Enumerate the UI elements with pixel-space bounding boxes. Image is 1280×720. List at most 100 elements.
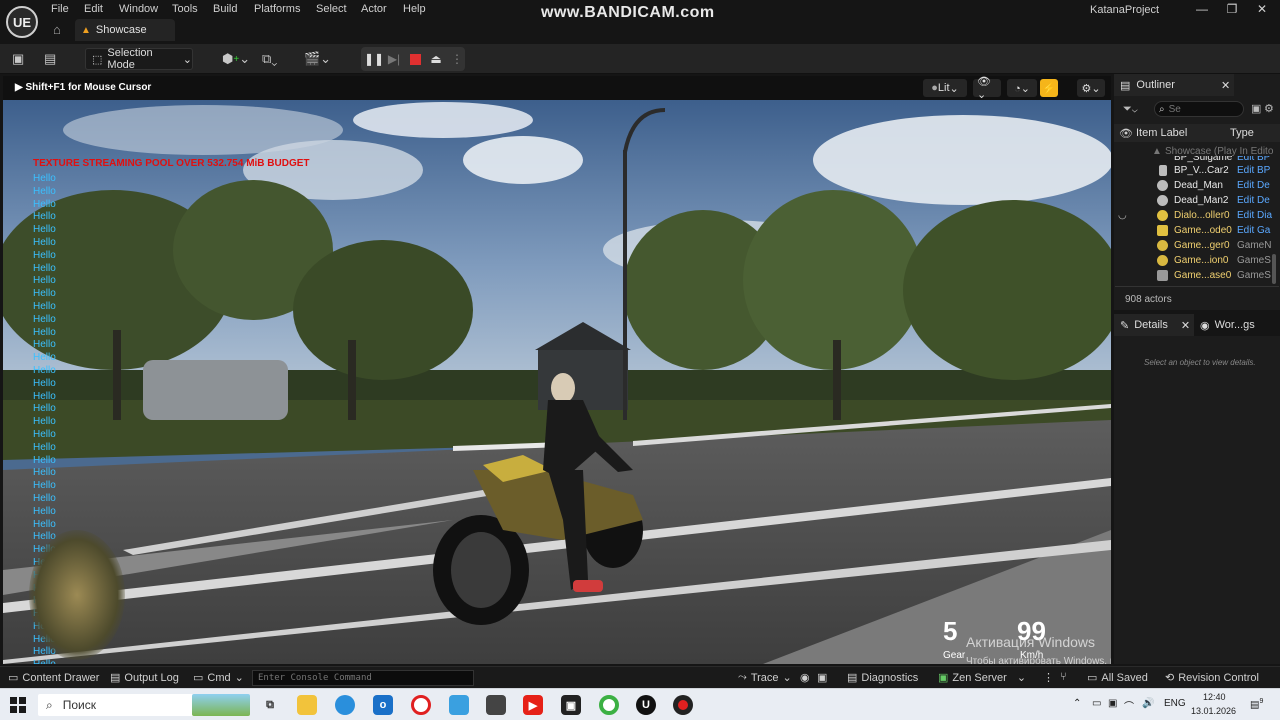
game-scene[interactable]: TEXTURE STREAMING POOL OVER 532.754 MiB … <box>3 100 1111 664</box>
taskbar-search[interactable]: ⌕ Поиск <box>38 694 250 716</box>
menu-select[interactable]: Select <box>312 3 351 15</box>
clock-time[interactable]: 12:40 <box>1203 692 1226 702</box>
more-options-icon[interactable]: ⋮ <box>1043 671 1054 684</box>
table-row[interactable]: Dead_Man2 Edit De <box>1114 193 1280 208</box>
debug-print-line: Hello <box>33 364 56 376</box>
blueprint-icon[interactable]: ⧉⌄ <box>262 50 277 68</box>
close-tab-icon[interactable]: ✕ <box>1221 79 1230 92</box>
show-flags-button[interactable]: 👁⌄ <box>973 76 1001 101</box>
chrome-icon[interactable] <box>599 695 619 715</box>
cmd-dropdown[interactable]: ▭ Cmd ⌄ <box>193 671 244 685</box>
add-folder-icon[interactable]: ▣ <box>1251 102 1261 115</box>
source-control-icon[interactable]: ⑂ <box>1060 671 1067 683</box>
edge-icon[interactable] <box>335 695 355 715</box>
notifications-icon[interactable]: ▤9 <box>1250 698 1263 710</box>
zen-server-dropdown[interactable]: ▣ Zen Server ⌄ <box>938 671 1026 685</box>
column-type[interactable]: Type <box>1230 127 1254 139</box>
app-icon[interactable] <box>449 695 469 715</box>
outliner-scrollbar[interactable] <box>1272 254 1276 284</box>
table-row[interactable]: Game...ger0 GameN <box>1114 238 1280 253</box>
visibility-icon[interactable]: ◡ <box>1118 208 1127 223</box>
main-toolbar: ▣ ▤ ⬚ Selection Mode ⌄ ⬢ + ⌄ ⧉⌄ 🎬⌄ ❚❚ ▶| ⏏… <box>0 44 1280 74</box>
outlook-icon[interactable]: o <box>373 695 393 715</box>
bandicam-icon[interactable] <box>673 695 693 715</box>
cinematics-icon[interactable]: 🎬⌄ <box>304 50 331 68</box>
menu-platforms[interactable]: Platforms <box>250 3 304 15</box>
performance-button[interactable]: ◔⌄ <box>1007 79 1037 97</box>
clock-date[interactable]: 13.01.2026 <box>1191 706 1236 716</box>
minimize-icon[interactable]: — <box>1192 2 1212 16</box>
view-mode-lit-button[interactable]: ● Lit ⌄ <box>923 79 967 97</box>
visibility-icon[interactable]: 👁 <box>1119 127 1133 140</box>
language-indicator[interactable]: ENG <box>1164 698 1186 709</box>
actor-icon <box>1159 165 1167 176</box>
menu-help[interactable]: Help <box>399 3 430 15</box>
chevron-up-icon[interactable]: ⌃ <box>1073 698 1081 709</box>
project-name: KatanaProject <box>1090 4 1160 16</box>
more-options-icon[interactable]: ⋮ <box>449 51 465 67</box>
table-row[interactable]: Game...ion0 GameS <box>1114 253 1280 268</box>
output-log-button[interactable]: ▤ Output Log <box>110 671 179 685</box>
app-icon[interactable]: ▣ <box>561 695 581 715</box>
add-actor-icon[interactable]: ⬢ + ⌄ <box>222 50 250 68</box>
restore-icon[interactable]: ❐ <box>1222 2 1242 16</box>
youtube-icon[interactable]: ▶ <box>523 695 543 715</box>
level-viewport[interactable]: TEXTURE STREAMING POOL OVER 532.754 MiB … <box>3 76 1111 664</box>
close-icon[interactable]: ✕ <box>1252 2 1272 16</box>
tab-outliner[interactable]: ▤ Outliner ✕ <box>1114 74 1234 96</box>
menu-file[interactable]: File <box>47 3 73 15</box>
table-row[interactable]: Game...ode0 Edit Ga <box>1114 223 1280 238</box>
debug-print-line: Hello <box>33 428 56 440</box>
close-tab-icon[interactable]: ✕ <box>1181 319 1190 332</box>
clapper-icon[interactable] <box>486 695 506 715</box>
home-icon[interactable]: ⌂ <box>53 22 69 38</box>
actor-type: Edit Dia <box>1237 210 1273 221</box>
menu-build[interactable]: Build <box>209 3 241 15</box>
record-icon[interactable]: ◉ <box>800 671 810 684</box>
settings-icon[interactable]: ⚙ <box>1264 102 1274 115</box>
tab-details[interactable]: ✎ Details ✕ <box>1114 314 1194 336</box>
outliner-search-input[interactable]: ⌕ Se <box>1154 101 1244 117</box>
eject-icon[interactable]: ⏏ <box>428 51 444 67</box>
search-placeholder: Se <box>1168 103 1181 115</box>
windows-start-icon[interactable] <box>10 697 26 713</box>
opera-icon[interactable] <box>411 695 431 715</box>
stop-button[interactable] <box>407 51 423 67</box>
table-row[interactable]: ◡ Dialo...oller0 Edit Dia <box>1114 208 1280 223</box>
all-saved-button[interactable]: ▭ All Saved <box>1087 671 1148 685</box>
table-row[interactable]: Dead_Man Edit De <box>1114 178 1280 193</box>
realtime-toggle[interactable]: ⚡ <box>1040 79 1058 97</box>
status-bar: ▭Content Drawer ▤Output Log ▭Cmd⌄ ⤳Trace… <box>0 666 1280 688</box>
volume-icon[interactable]: 🔊 <box>1142 698 1154 709</box>
content-browser-icon[interactable]: ▤ <box>44 50 56 68</box>
column-item-label[interactable]: Item Label <box>1136 127 1187 139</box>
unreal-logo-icon[interactable]: UE <box>6 6 38 38</box>
snapshot-icon[interactable]: ▣ <box>817 671 827 684</box>
tab-world-settings[interactable]: ◉ Wor...gs <box>1194 314 1280 336</box>
diagnostics-button[interactable]: ▤ Diagnostics <box>847 671 918 685</box>
file-explorer-icon[interactable] <box>297 695 317 715</box>
task-view-icon[interactable]: ⧉ <box>260 695 280 715</box>
content-drawer-button[interactable]: ▭ Content Drawer <box>8 671 99 685</box>
viewport-settings-button[interactable]: ⚙⌄ <box>1077 79 1105 97</box>
pause-icon[interactable]: ❚❚ <box>364 51 384 67</box>
filter-icon[interactable]: ⏷⌄ <box>1123 103 1138 116</box>
unreal-engine-icon[interactable]: U <box>636 695 656 715</box>
menu-tools[interactable]: Tools <box>168 3 202 15</box>
trace-dropdown[interactable]: ⤳ Trace ⌄ <box>738 671 792 684</box>
network-icon[interactable]: ⌒ <box>1124 698 1134 713</box>
selection-mode-dropdown[interactable]: ⬚ Selection Mode ⌄ <box>85 47 193 71</box>
tray-app-icon[interactable]: ▭ <box>1092 698 1101 709</box>
level-tab-showcase[interactable]: ▲ Showcase <box>75 19 175 41</box>
step-icon[interactable]: ▶| <box>386 51 402 67</box>
table-row[interactable]: BP_V...Car2 Edit BP <box>1114 163 1280 178</box>
menu-window[interactable]: Window <box>115 3 162 15</box>
menu-edit[interactable]: Edit <box>80 3 107 15</box>
save-icon[interactable]: ▣ <box>12 50 24 68</box>
actor-name: Game...ase0 <box>1174 270 1232 281</box>
revision-control-button[interactable]: ⟲ Revision Control <box>1165 671 1259 685</box>
table-row[interactable]: Game...ase0 GameS <box>1114 268 1280 283</box>
tray-app-icon[interactable]: ▣ <box>1108 698 1117 709</box>
console-command-input[interactable] <box>252 670 474 686</box>
menu-actor[interactable]: Actor <box>357 3 391 15</box>
